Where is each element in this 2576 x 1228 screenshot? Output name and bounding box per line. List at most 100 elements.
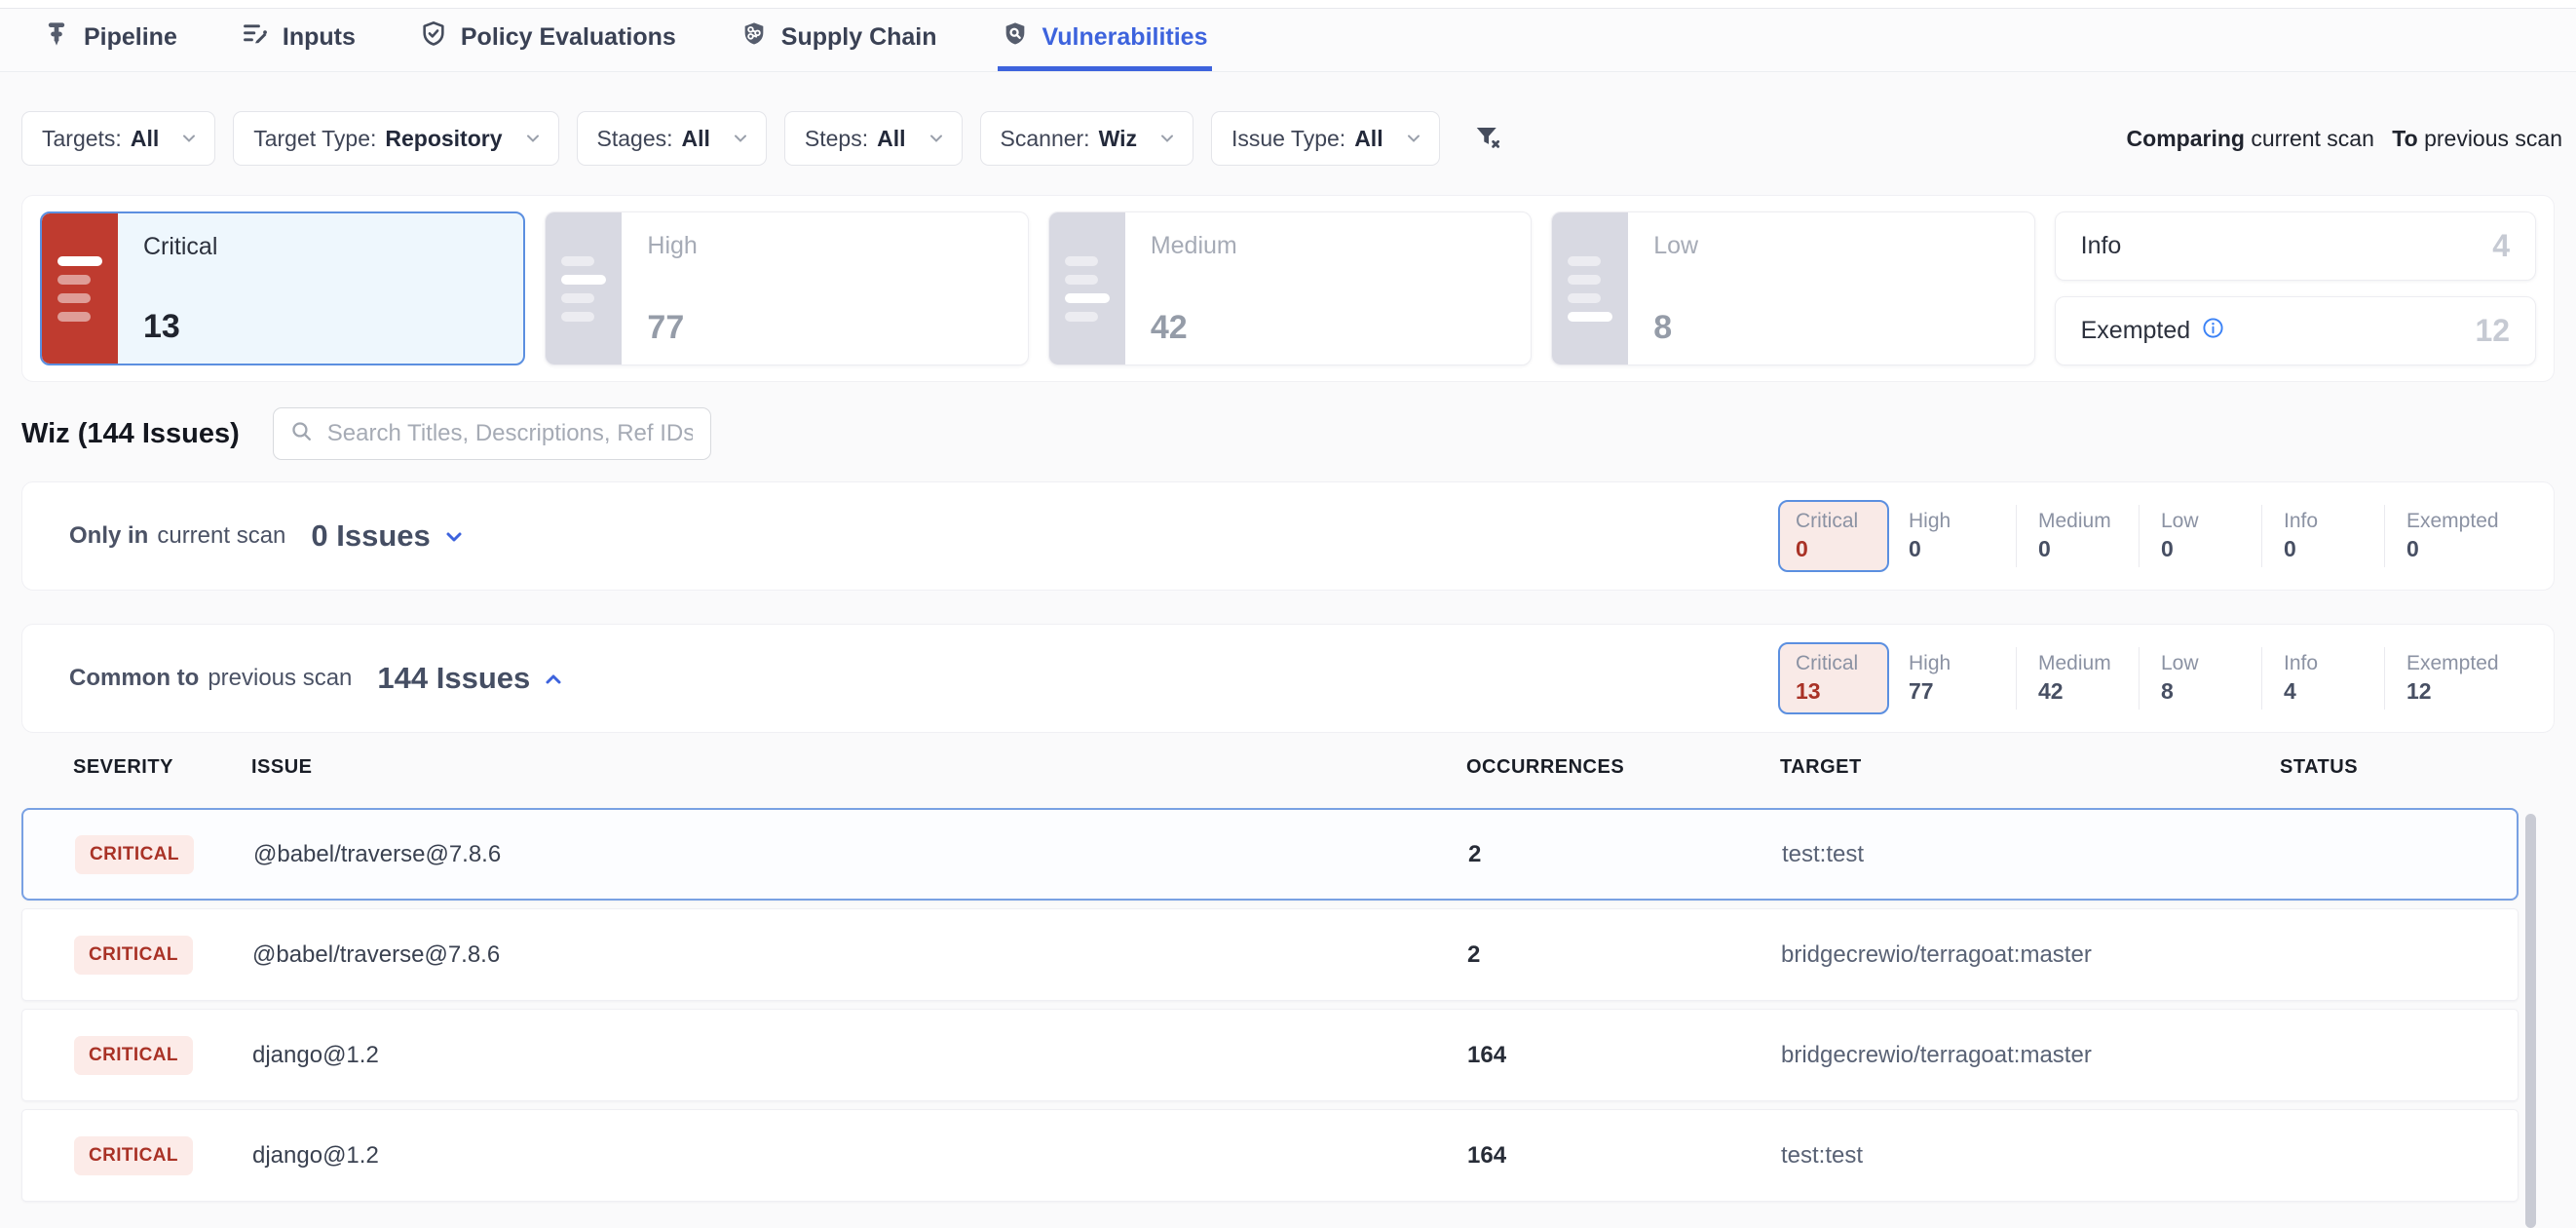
column-header-severity: SEVERITY	[73, 756, 251, 779]
severity-card-label: Info	[2081, 232, 2122, 260]
severity-card-low[interactable]: Low 8	[1551, 211, 2034, 365]
filter-label: Steps:	[805, 126, 868, 152]
column-header-issue: ISSUE	[251, 756, 1466, 779]
severity-badge: CRITICAL	[74, 1136, 193, 1175]
comparing-to-label: To	[2392, 126, 2417, 151]
summary-count: 0	[2284, 536, 2384, 562]
severity-card-label: Medium	[1151, 232, 1505, 260]
issue-cell: django@1.2	[252, 1042, 1467, 1069]
summary-low[interactable]: Low 8	[2139, 647, 2261, 710]
summary-count: 0	[2161, 536, 2261, 562]
only-in-current-scan-panel: Only in current scan 0 Issues Critical 0…	[21, 481, 2555, 591]
table-row[interactable]: CRITICAL django@1.2 164 bridgecrewio/ter…	[21, 1009, 2519, 1101]
severity-card-critical[interactable]: Critical 13	[40, 211, 525, 365]
only-in-issues-toggle[interactable]: 0 Issues	[311, 518, 465, 554]
tab-label: Inputs	[283, 23, 356, 52]
severity-card-label: High	[647, 232, 1002, 260]
issues-table: SEVERITY ISSUE OCCURRENCES TARGET STATUS…	[21, 756, 2519, 1202]
only-in-label: Only in current scan	[69, 522, 285, 550]
summary-info[interactable]: Info 4	[2261, 647, 2384, 710]
summary-info[interactable]: Info 0	[2261, 505, 2384, 567]
occurrences-cell: 164	[1467, 1142, 1781, 1170]
info-icon	[2202, 317, 2224, 346]
severity-meter-medium-icon	[1049, 212, 1125, 365]
summary-count: 12	[2406, 678, 2519, 705]
filter-row: Targets: All Target Type: Repository Sta…	[0, 72, 2576, 166]
search-input[interactable]	[325, 419, 695, 448]
summary-medium[interactable]: Medium 42	[2016, 647, 2139, 710]
top-edge	[0, 0, 2576, 8]
tab-supply-chain[interactable]: Supply Chain	[737, 9, 941, 71]
comparing-previous: previous scan	[2424, 126, 2562, 151]
severity-badge: CRITICAL	[74, 1036, 193, 1075]
summary-critical[interactable]: Critical 13	[1778, 642, 1889, 714]
tab-label: Supply Chain	[781, 23, 937, 52]
main-tabbar: Pipeline Inputs Policy Evaluations Suppl…	[0, 8, 2576, 72]
tab-vulnerabilities[interactable]: Vulnerabilities	[998, 9, 1212, 71]
target-cell: bridgecrewio/terragoat:master	[1781, 1042, 2281, 1069]
common-to-label: Common to previous scan	[69, 665, 352, 692]
filter-target-type[interactable]: Target Type: Repository	[233, 111, 558, 166]
summary-exempted[interactable]: Exempted 0	[2384, 505, 2519, 567]
filter-clear-button[interactable]	[1467, 117, 1508, 161]
filter-stages[interactable]: Stages: All	[577, 111, 767, 166]
filter-label: Stages:	[597, 126, 673, 152]
common-to-previous-scan-panel: Common to previous scan 144 Issues Criti…	[21, 624, 2555, 733]
summary-high[interactable]: High 77	[1909, 647, 2016, 710]
severity-card-exempted[interactable]: Exempted 12	[2055, 296, 2536, 365]
summary-label: Medium	[2038, 510, 2139, 533]
severity-card-count: 13	[143, 308, 498, 346]
target-cell: test:test	[1781, 1142, 2281, 1170]
summary-label: Info	[2284, 510, 2384, 533]
summary-high[interactable]: High 0	[1909, 505, 2016, 567]
tab-label: Pipeline	[84, 23, 177, 52]
only-in-prefix: Only in	[69, 522, 148, 550]
tab-policy-evaluations[interactable]: Policy Evaluations	[416, 9, 680, 71]
table-scrollbar-thumb[interactable]	[2525, 814, 2536, 1228]
severity-card-count: 4	[2492, 228, 2510, 264]
chevron-down-icon	[731, 129, 750, 148]
filter-steps[interactable]: Steps: All	[784, 111, 963, 166]
summary-count: 8	[2161, 678, 2261, 705]
filter-scanner[interactable]: Scanner: Wiz	[980, 111, 1193, 166]
table-row[interactable]: CRITICAL @babel/traverse@7.8.6 2 test:te…	[21, 808, 2519, 901]
filter-value: All	[682, 126, 710, 152]
table-row[interactable]: CRITICAL django@1.2 164 test:test	[21, 1109, 2519, 1202]
inputs-icon	[242, 20, 269, 55]
target-cell: test:test	[1782, 841, 2282, 868]
vulnerabilities-page: Pipeline Inputs Policy Evaluations Suppl…	[0, 0, 2576, 1228]
search-icon	[289, 419, 314, 448]
severity-card-medium[interactable]: Medium 42	[1048, 211, 1532, 365]
tab-label: Vulnerabilities	[1042, 23, 1208, 52]
only-in-scan: current scan	[157, 522, 285, 550]
summary-exempted[interactable]: Exempted 12	[2384, 647, 2519, 710]
table-row[interactable]: CRITICAL @babel/traverse@7.8.6 2 bridgec…	[21, 908, 2519, 1001]
filter-label: Issue Type:	[1231, 126, 1345, 152]
summary-medium[interactable]: Medium 0	[2016, 505, 2139, 567]
summary-count: 42	[2038, 678, 2139, 705]
info-exempted-column: Info 4 Exempted 12	[2055, 211, 2536, 365]
filter-issue-type[interactable]: Issue Type: All	[1211, 111, 1440, 166]
severity-card-count: 12	[2475, 313, 2510, 349]
severity-card-info[interactable]: Info 4	[2055, 211, 2536, 281]
summary-label: Info	[2284, 652, 2384, 675]
summary-critical[interactable]: Critical 0	[1778, 500, 1889, 572]
policy-evaluations-icon	[420, 20, 447, 55]
table-header-row: SEVERITY ISSUE OCCURRENCES TARGET STATUS	[21, 756, 2519, 779]
severity-card-high[interactable]: High 77	[545, 211, 1028, 365]
tab-inputs[interactable]: Inputs	[238, 9, 360, 71]
tab-pipeline[interactable]: Pipeline	[39, 9, 181, 71]
summary-low[interactable]: Low 0	[2139, 505, 2261, 567]
issue-cell: @babel/traverse@7.8.6	[253, 841, 1468, 868]
only-in-severity-summary: Critical 0 High 0 Medium 0 Low 0 Info 0 …	[1778, 500, 2534, 572]
search-box	[273, 407, 711, 460]
filter-value: Repository	[385, 126, 502, 152]
filter-targets[interactable]: Targets: All	[21, 111, 215, 166]
chevron-down-icon	[442, 521, 466, 556]
filter-label: Targets:	[42, 126, 122, 152]
severity-card-label: Low	[1653, 232, 2008, 260]
filter-value: All	[131, 126, 159, 152]
severity-card-label: Exempted	[2081, 317, 2191, 345]
comparing-label: Comparing	[2127, 126, 2245, 151]
common-to-issues-toggle[interactable]: 144 Issues	[377, 661, 565, 696]
